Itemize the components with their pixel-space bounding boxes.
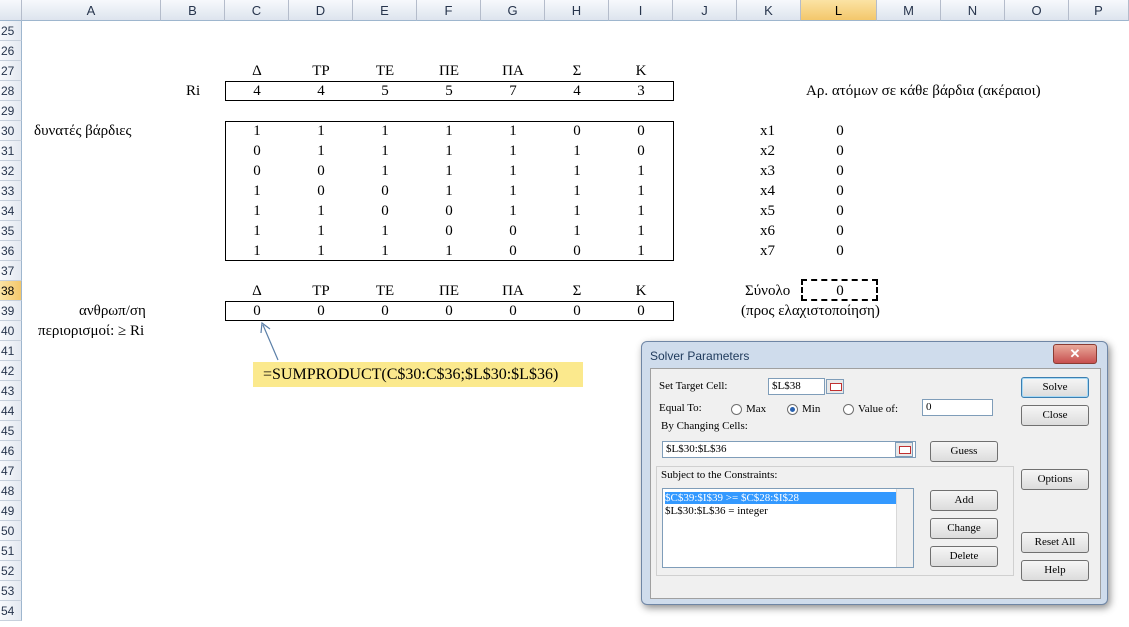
- set-target-label: Set Target Cell:: [659, 380, 728, 392]
- constraint-item[interactable]: $C$39:$I$39 >= $C$28:$I$28: [665, 492, 897, 504]
- value-of-label: Value of:: [858, 403, 899, 415]
- collapse-dialog-icon[interactable]: [826, 379, 844, 394]
- add-button[interactable]: Add: [930, 490, 998, 511]
- scrollbar[interactable]: [896, 489, 913, 567]
- changing-cells-label: By Changing Cells:: [661, 420, 748, 432]
- change-button[interactable]: Change: [930, 518, 998, 539]
- value-of-radio[interactable]: [843, 404, 854, 415]
- dialog-title: Solver Parameters: [650, 349, 750, 363]
- close-icon[interactable]: ✕: [1053, 344, 1097, 364]
- reset-all-button[interactable]: Reset All: [1021, 532, 1089, 553]
- solve-button[interactable]: Solve: [1021, 377, 1089, 398]
- min-radio[interactable]: [787, 404, 798, 415]
- collapse-dialog-icon[interactable]: [895, 442, 913, 457]
- constraints-list[interactable]: $C$39:$I$39 >= $C$28:$I$28 $L$30:$L$36 =…: [662, 488, 914, 568]
- value-of-input[interactable]: 0: [922, 399, 993, 416]
- close-button[interactable]: Close: [1021, 405, 1089, 426]
- help-button[interactable]: Help: [1021, 560, 1089, 581]
- max-radio[interactable]: [731, 404, 742, 415]
- delete-button[interactable]: Delete: [930, 546, 998, 567]
- min-label: Min: [802, 403, 821, 415]
- subject-to-label: Subject to the Constraints:: [661, 469, 778, 481]
- constraint-item[interactable]: $L$30:$L$36 = integer: [665, 505, 768, 517]
- target-cell-input[interactable]: $L$38: [768, 378, 825, 395]
- max-label: Max: [746, 403, 767, 415]
- options-button[interactable]: Options: [1021, 469, 1089, 490]
- formula-note: =SUMPRODUCT(C$30:C$36;$L$30:$L$36): [253, 362, 583, 387]
- guess-button[interactable]: Guess: [930, 441, 998, 462]
- equal-to-label: Equal To:: [659, 402, 702, 414]
- changing-cells-input[interactable]: $L$30:$L$36: [662, 441, 916, 458]
